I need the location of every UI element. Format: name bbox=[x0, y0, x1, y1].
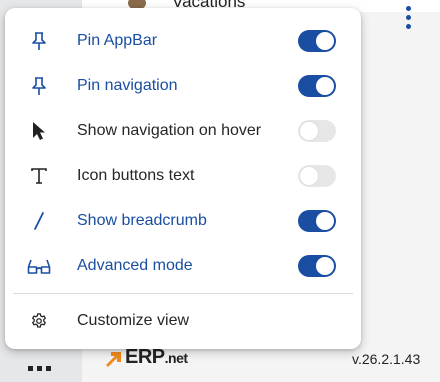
menu-item-advanced-mode[interactable]: Advanced mode bbox=[5, 243, 361, 288]
show-navigation-on-hover-toggle[interactable] bbox=[298, 119, 336, 142]
menu-item-show-breadcrumb[interactable]: Show breadcrumb bbox=[5, 198, 361, 243]
advanced-mode-toggle[interactable] bbox=[298, 254, 336, 277]
menu-item-icon-buttons-text[interactable]: Icon buttons text bbox=[5, 153, 361, 198]
cursor-arrow-icon bbox=[27, 119, 51, 143]
text-icon bbox=[27, 164, 51, 188]
erp-net-logo: ERP .net bbox=[104, 346, 188, 369]
menu-item-customize-view[interactable]: Customize view bbox=[5, 298, 361, 343]
menu-item-pin-appbar[interactable]: Pin AppBar bbox=[5, 18, 361, 63]
menu-item-show-navigation-on-hover[interactable]: Show navigation on hover bbox=[5, 108, 361, 153]
menu-item-label: Customize view bbox=[77, 311, 190, 329]
icon-buttons-text-toggle[interactable] bbox=[298, 164, 336, 187]
pin-icon bbox=[27, 74, 51, 98]
more-apps-icon[interactable] bbox=[28, 366, 51, 371]
gear-icon bbox=[27, 309, 51, 333]
menu-item-label: Pin AppBar bbox=[77, 31, 158, 49]
menu-item-label: Pin navigation bbox=[77, 76, 178, 94]
show-breadcrumb-toggle[interactable] bbox=[298, 209, 336, 232]
pin-icon bbox=[27, 29, 51, 53]
pin-appbar-toggle[interactable] bbox=[298, 29, 336, 52]
slash-icon bbox=[27, 209, 51, 233]
menu-item-label: Advanced mode bbox=[77, 256, 193, 274]
menu-item-pin-navigation[interactable]: Pin navigation bbox=[5, 63, 361, 108]
more-options-icon[interactable] bbox=[404, 6, 412, 29]
logo-erp-text: ERP bbox=[125, 346, 165, 368]
menu-item-label: Show breadcrumb bbox=[77, 211, 207, 229]
version-label: v.26.2.1.43 bbox=[352, 351, 421, 367]
menu-divider bbox=[13, 293, 353, 294]
pin-navigation-toggle[interactable] bbox=[298, 74, 336, 97]
view-options-menu: Pin AppBar Pin navigation Show navigatio… bbox=[5, 8, 361, 349]
logo-net-text: .net bbox=[164, 349, 188, 366]
glasses-icon bbox=[27, 254, 51, 278]
menu-item-label: Show navigation on hover bbox=[77, 121, 262, 139]
menu-item-label: Icon buttons text bbox=[77, 166, 195, 184]
logo-mark-icon bbox=[104, 349, 124, 367]
